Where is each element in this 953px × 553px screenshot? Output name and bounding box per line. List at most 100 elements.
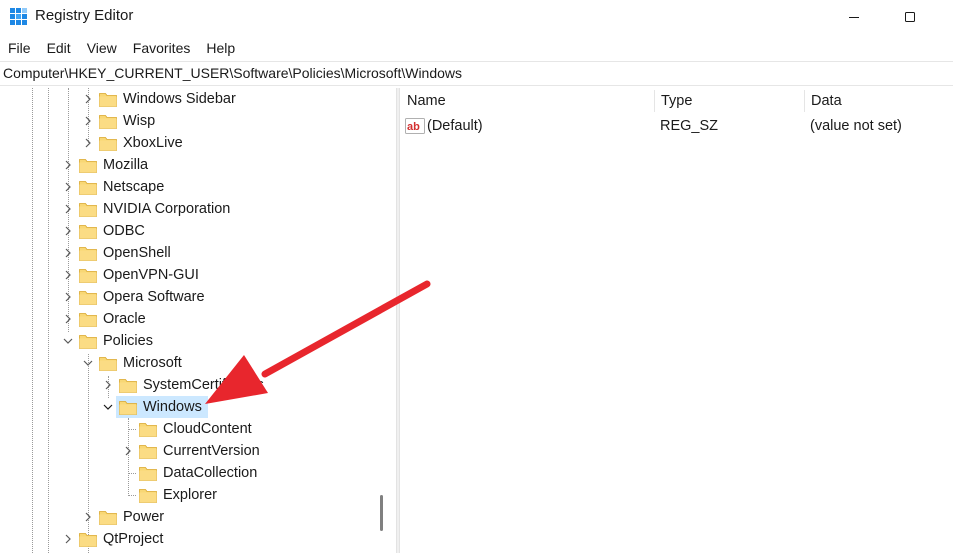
chevron-right-icon[interactable] [63, 248, 73, 258]
menu-view[interactable]: View [79, 36, 125, 60]
column-header-type[interactable]: Type [654, 88, 804, 114]
chevron-right-icon[interactable] [83, 138, 93, 148]
chevron-down-icon[interactable] [103, 402, 113, 412]
chevron-right-icon[interactable] [123, 446, 133, 456]
chevron-right-icon[interactable] [63, 160, 73, 170]
tree-item-label: Windows [143, 399, 202, 415]
chevron-right-icon[interactable] [83, 116, 93, 126]
folder-icon [79, 335, 97, 349]
tree-item-windows[interactable]: Windows [0, 396, 370, 418]
tree-item-power[interactable]: Power [0, 506, 370, 528]
tree-item-label: Netscape [103, 179, 165, 195]
minimize-icon [849, 17, 859, 18]
tree-item-windows-sidebar[interactable]: Windows Sidebar [0, 88, 370, 110]
tree-item-label: Policies [103, 333, 153, 349]
tree-item-label: Oracle [103, 311, 146, 327]
tree-item-currentversion[interactable]: CurrentVersion [0, 440, 370, 462]
folder-icon [79, 225, 97, 239]
tree-item-policies[interactable]: Policies [0, 330, 370, 352]
tree-item-label: Windows Sidebar [123, 91, 236, 107]
chevron-right-icon[interactable] [63, 270, 73, 280]
tree-item-openvpn-gui[interactable]: OpenVPN-GUI [0, 264, 370, 286]
chevron-right-icon[interactable] [63, 314, 73, 324]
tree-item-nvidia-corporation[interactable]: NVIDIA Corporation [0, 198, 370, 220]
folder-icon [79, 203, 97, 217]
chevron-right-icon[interactable] [83, 94, 93, 104]
chevron-right-icon[interactable] [63, 182, 73, 192]
menu-favorites[interactable]: Favorites [125, 36, 199, 60]
folder-icon [79, 247, 97, 261]
folder-icon [79, 533, 97, 547]
folder-icon [139, 423, 157, 437]
tree-item-systemcertificates[interactable]: SystemCertificates [0, 374, 370, 396]
folder-icon [99, 511, 117, 525]
folder-icon [139, 467, 157, 481]
chevron-right-icon[interactable] [63, 204, 73, 214]
tree-scrollbar-thumb[interactable] [380, 495, 383, 531]
tree-item-label: QtProject [103, 531, 164, 547]
column-header-name[interactable]: Name [400, 88, 654, 114]
folder-icon [139, 445, 157, 459]
folder-icon [79, 313, 97, 327]
tree-scrollbar[interactable] [372, 88, 392, 553]
maximize-icon [905, 12, 915, 22]
minimize-button[interactable] [826, 0, 882, 34]
tree-item-explorer[interactable]: Explorer [0, 484, 370, 506]
folder-icon [99, 137, 117, 151]
tree-item-cloudcontent[interactable]: CloudContent [0, 418, 370, 440]
menu-help[interactable]: Help [198, 36, 243, 60]
value-data: (value not set) [810, 118, 902, 134]
tree-item-odbc[interactable]: ODBC [0, 220, 370, 242]
tree-item-label: DataCollection [163, 465, 258, 481]
tree-item-xboxlive[interactable]: XboxLive [0, 132, 370, 154]
folder-icon [139, 489, 157, 503]
chevron-right-icon[interactable] [63, 534, 73, 544]
values-list[interactable]: Name Type Data ab (Default) REG_SZ (valu… [400, 88, 953, 553]
chevron-down-icon[interactable] [83, 358, 93, 368]
value-row[interactable]: ab (Default) REG_SZ (value not set) [400, 115, 953, 137]
title-bar: Registry Editor [0, 0, 953, 34]
tree-item-qtproject[interactable]: QtProject [0, 528, 370, 550]
tree-item-label: Power [123, 509, 165, 525]
tree-item-openshell[interactable]: OpenShell [0, 242, 370, 264]
value-name: (Default) [427, 118, 483, 134]
tree-item-label: SystemCertificates [143, 377, 264, 393]
chevron-down-icon[interactable] [63, 336, 73, 346]
menu-edit[interactable]: Edit [39, 36, 79, 60]
folder-icon [99, 93, 117, 107]
tree-item-oracle[interactable]: Oracle [0, 308, 370, 330]
chevron-right-icon[interactable] [83, 512, 93, 522]
menu-bar: File Edit View Favorites Help [0, 36, 953, 60]
chevron-right-icon[interactable] [63, 226, 73, 236]
tree-item-label: ODBC [103, 223, 145, 239]
folder-open-icon [119, 401, 137, 415]
tree-item-label: CurrentVersion [163, 443, 260, 459]
menu-file[interactable]: File [0, 36, 39, 60]
tree-item-label: XboxLive [123, 135, 183, 151]
chevron-right-icon[interactable] [103, 380, 113, 390]
folder-icon [99, 357, 117, 371]
tree-item-label: Mozilla [103, 157, 149, 173]
tree-item-datacollection[interactable]: DataCollection [0, 462, 370, 484]
address-input[interactable] [3, 62, 943, 85]
tree-item-opera-software[interactable]: Opera Software [0, 286, 370, 308]
tree-item-microsoft[interactable]: Microsoft [0, 352, 370, 374]
folder-icon [79, 159, 97, 173]
registry-editor-icon [10, 8, 27, 25]
tree-item-mozilla[interactable]: Mozilla [0, 154, 370, 176]
folder-icon [119, 379, 137, 393]
key-tree[interactable]: Windows Sidebar Wisp XboxLive Mozilla Ne… [0, 88, 393, 553]
folder-icon [79, 269, 97, 283]
value-type: REG_SZ [660, 118, 719, 134]
tree-item-label: NVIDIA Corporation [103, 201, 231, 217]
chevron-right-icon[interactable] [63, 292, 73, 302]
tree-item-label: Microsoft [123, 355, 182, 371]
tree-item-label: Wisp [123, 113, 156, 129]
column-header-data[interactable]: Data [804, 88, 953, 114]
tree-item-label: OpenVPN-GUI [103, 267, 199, 283]
tree-item-wisp[interactable]: Wisp [0, 110, 370, 132]
tree-item-label: Explorer [163, 487, 217, 503]
tree-item-netscape[interactable]: Netscape [0, 176, 370, 198]
folder-icon [99, 115, 117, 129]
maximize-button[interactable] [882, 0, 938, 34]
